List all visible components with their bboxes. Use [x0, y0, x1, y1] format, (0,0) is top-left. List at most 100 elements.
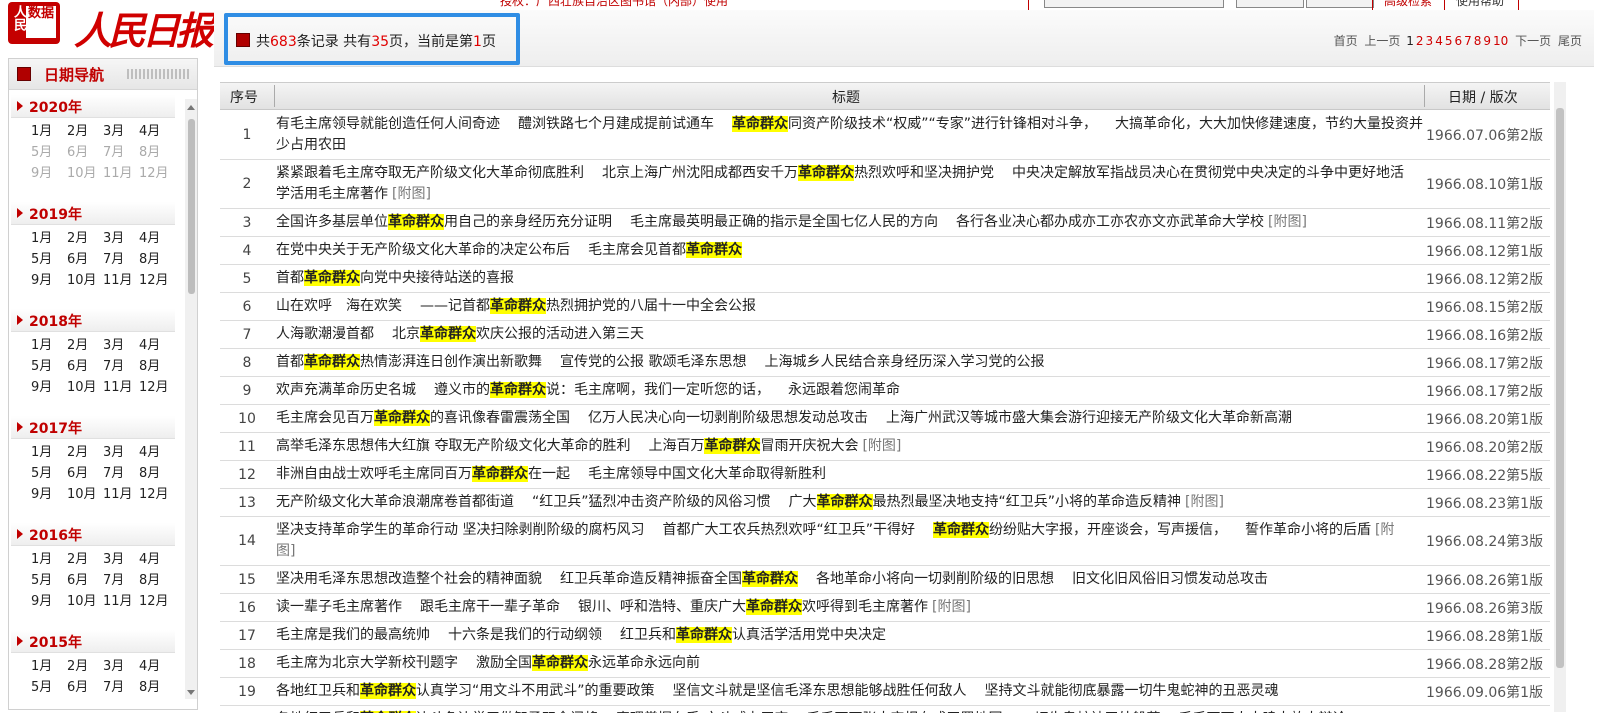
- search-button[interactable]: [1236, 0, 1304, 8]
- month-link[interactable]: 3月: [103, 441, 137, 460]
- month-link[interactable]: 7月: [103, 569, 137, 588]
- title-segment[interactable]: 读一辈子毛主席著作: [276, 599, 402, 615]
- title-segment[interactable]: 全国许多基层单位革命群众用自己的亲身经历充分证明: [276, 214, 612, 230]
- row-title[interactable]: 毛主席为北京大学新校刊题字 激励全国革命群众永远革命永远向前: [276, 650, 1424, 677]
- table-row[interactable]: 7 人海歌潮漫首都 北京革命群众欢庆公报的活动进入第三天 1966.08.16第2版: [220, 321, 1550, 349]
- month-link[interactable]: 5月: [31, 355, 65, 374]
- help-link[interactable]: 使用帮助: [1456, 0, 1504, 9]
- title-segment[interactable]: 各地红卫兵和革命群众认真学习“用文斗不用武斗”的重要政策: [276, 683, 655, 699]
- year-header[interactable]: 2017年: [11, 416, 175, 439]
- table-row[interactable]: 3 全国许多基层单位革命群众用自己的亲身经历充分证明 毛主席最英明最正确的指示是全国…: [220, 209, 1550, 237]
- title-segment[interactable]: 千千万万张大字报布成天罗地网: [806, 711, 1002, 713]
- title-segment[interactable]: 醴浏铁路七个月建成提前试通车: [518, 116, 714, 132]
- title-segment[interactable]: 真理掌握在手 文斗威力无穷: [616, 711, 788, 713]
- table-row[interactable]: 8 首都革命群众热情澎湃连日创作演出新歌舞 宣传党的公报 歌颂毛泽东思想 上海城乡人民…: [220, 349, 1550, 377]
- month-link[interactable]: 4月: [139, 334, 173, 353]
- month-link[interactable]: 5月: [31, 462, 65, 481]
- month-link[interactable]: 3月: [103, 334, 137, 353]
- scrollbar-thumb[interactable]: [1556, 108, 1564, 668]
- attached-figure-link[interactable]: [附图]: [1268, 214, 1307, 230]
- title-segment[interactable]: 广大革命群众最热烈最坚决地支持“红卫兵”小将的革命造反精神 [附图]: [789, 494, 1224, 510]
- table-scrollbar[interactable]: [1554, 82, 1566, 712]
- title-segment[interactable]: 银川、呼和浩特、重庆广大革命群众欢呼得到毛主席著作 [附图]: [578, 599, 971, 615]
- title-segment[interactable]: 毛主席会见首都革命群众: [588, 242, 742, 258]
- row-title[interactable]: 高举毛泽东思想伟大红旗 夺取无产阶级文化大革命的胜利 上海百万革命群众冒雨开庆祝大…: [276, 433, 1424, 460]
- table-row[interactable]: 14 坚决支持革命学生的革命行动 坚决扫除剥削阶级的腐朽风习 首都广大工农兵热烈欢呼…: [220, 517, 1550, 566]
- title-segment[interactable]: 首都广大工农兵热烈欢呼“红卫兵”干得好: [662, 522, 915, 538]
- table-row[interactable]: 5 首都革命群众向党中央接待站送的喜报 1966.08.12第2版: [220, 265, 1550, 293]
- row-title[interactable]: 非洲自由战士欢呼毛主席同百万革命群众在一起 毛主席领导中国文化大革命取得新胜利: [276, 461, 1424, 488]
- month-link[interactable]: 12月: [139, 376, 173, 395]
- title-segment[interactable]: 在党中央关于无产阶级文化大革命的决定公布后: [276, 242, 570, 258]
- title-segment[interactable]: 革命群众纷纷贴大字报，开座谈会，写声援信，: [932, 522, 1227, 538]
- title-segment[interactable]: 毛主席会见百万革命群众的喜讯像春雷震荡全国: [276, 410, 570, 426]
- title-segment[interactable]: 各行各业决心都办成亦工亦农亦文亦武革命大学校 [附图]: [956, 214, 1307, 230]
- table-row[interactable]: 18 毛主席为北京大学新校刊题字 激励全国革命群众永远革命永远向前 1966.08.2…: [220, 650, 1550, 678]
- table-row[interactable]: 12 非洲自由战士欢呼毛主席同百万革命群众在一起 毛主席领导中国文化大革命取得新胜利…: [220, 461, 1550, 489]
- row-title[interactable]: 读一辈子毛主席著作 跟毛主席干一辈子革命 银川、呼和浩特、重庆广大革命群众欢呼得到毛…: [276, 594, 1424, 621]
- month-link[interactable]: 6月: [67, 676, 101, 695]
- month-link[interactable]: 2月: [67, 441, 101, 460]
- month-link[interactable]: 4月: [139, 120, 173, 139]
- attached-figure-link[interactable]: [附图]: [862, 438, 901, 454]
- sidebar-scrollbar[interactable]: [185, 99, 197, 699]
- table-row[interactable]: 13 无产阶级文化大革命浪潮席卷首都街道 “红卫兵”猛烈冲击资产阶级的风俗习惯 广大革…: [220, 489, 1550, 517]
- row-title[interactable]: 人海歌潮漫首都 北京革命群众欢庆公报的活动进入第三天: [276, 321, 1424, 348]
- month-link[interactable]: 1月: [31, 227, 65, 246]
- month-link[interactable]: 3月: [103, 655, 137, 674]
- advanced-search-link[interactable]: 高级检索: [1384, 0, 1432, 9]
- table-row[interactable]: 1 有毛主席领导就能创造任何人间奇迹 醴浏铁路七个月建成提前试通车 革命群众同资产阶级…: [220, 111, 1550, 160]
- title-segment[interactable]: 上海城乡人民结合亲身经历深入学习党的公报: [764, 354, 1044, 370]
- month-link[interactable]: 7月: [103, 462, 137, 481]
- title-segment[interactable]: 上海广州武汉等城市盛大集会游行迎接无产阶级文化大革命新高潮: [886, 410, 1292, 426]
- scroll-down-icon[interactable]: [187, 690, 195, 695]
- attached-figure-link[interactable]: [附图]: [932, 599, 971, 615]
- month-link[interactable]: 10月: [67, 376, 101, 395]
- month-link[interactable]: 6月: [67, 355, 101, 374]
- month-link[interactable]: 3月: [103, 120, 137, 139]
- year-header[interactable]: 2018年: [11, 309, 175, 332]
- month-link[interactable]: 11月: [103, 590, 137, 609]
- title-segment[interactable]: 十六条是我们的行动纲领: [448, 627, 602, 643]
- table-row[interactable]: 17 毛主席是我们的最高统帅 十六条是我们的行动纲领 红卫兵和革命群众认真活学活用党中…: [220, 622, 1550, 650]
- month-link[interactable]: 8月: [139, 569, 173, 588]
- page-number-link[interactable]: 10: [1493, 34, 1508, 48]
- title-segment[interactable]: ——记首都革命群众热烈拥护党的八届十一中全会公报: [420, 298, 756, 314]
- month-link[interactable]: 12月: [139, 483, 173, 502]
- attached-figure-link[interactable]: [附图]: [1185, 494, 1224, 510]
- title-segment[interactable]: 学活用毛主席著作 [附图]: [276, 186, 431, 202]
- title-segment[interactable]: 各地革命小将向一切剥削阶级的旧思想: [816, 571, 1054, 587]
- title-segment[interactable]: 毛主席领导中国文化大革命取得新胜利: [588, 466, 826, 482]
- month-link[interactable]: 4月: [139, 655, 173, 674]
- month-link[interactable]: 10月: [67, 269, 101, 288]
- site-logo[interactable]: 人民 数据 人民日报: [0, 0, 214, 53]
- row-title[interactable]: 全国许多基层单位革命群众用自己的亲身经历充分证明 毛主席最英明最正确的指示是全国七…: [276, 209, 1424, 236]
- table-row[interactable]: 4 在党中央关于无产阶级文化大革命的决定公布后 毛主席会见首都革命群众 1966.08…: [220, 237, 1550, 265]
- search-scope-select[interactable]: [1044, 0, 1224, 8]
- title-segment[interactable]: 亿万人民决心向一切剥削阶级思想发动总攻击: [588, 410, 868, 426]
- row-title[interactable]: 在党中央关于无产阶级文化大革命的决定公布后 毛主席会见首都革命群众: [276, 237, 1424, 264]
- month-link[interactable]: 6月: [67, 462, 101, 481]
- title-segment[interactable]: 坚信文斗就是坚信毛泽东思想能够战胜任何敌人: [673, 683, 967, 699]
- month-link[interactable]: 1月: [31, 441, 65, 460]
- month-link[interactable]: 3月: [103, 227, 137, 246]
- year-header[interactable]: 2020年: [11, 95, 175, 118]
- month-link[interactable]: 7月: [103, 248, 137, 267]
- month-link[interactable]: 6月: [67, 248, 101, 267]
- table-row[interactable]: 10 毛主席会见百万革命群众的喜讯像春雷震荡全国 亿万人民决心向一切剥削阶级思想发动…: [220, 405, 1550, 433]
- title-segment[interactable]: 各地红卫兵和革命群众边斗争边学习做智勇双全闯将: [276, 711, 598, 713]
- month-link[interactable]: 2月: [67, 227, 101, 246]
- title-segment[interactable]: 宣传党的公报 歌颂毛泽东思想: [560, 354, 746, 370]
- month-link[interactable]: 8月: [139, 355, 173, 374]
- year-header[interactable]: 2015年: [11, 630, 175, 653]
- month-link[interactable]: 2月: [67, 334, 101, 353]
- table-row[interactable]: 15 坚决用毛泽东思想改造整个社会的精神面貌 红卫兵革命造反精神振奋全国革命群众 各地…: [220, 566, 1550, 594]
- page-number-link[interactable]: 6: [1454, 34, 1462, 48]
- year-header[interactable]: 2016年: [11, 523, 175, 546]
- page-number-link[interactable]: 4: [1435, 34, 1443, 48]
- month-link[interactable]: 8月: [139, 676, 173, 695]
- table-row[interactable]: 9 欢声充满革命历史名城 遵义市的革命群众说：毛主席啊，我们一定听您的话， 永远跟着您…: [220, 377, 1550, 405]
- month-link[interactable]: 1月: [31, 120, 65, 139]
- last-page-link[interactable]: 尾页: [1558, 34, 1582, 48]
- row-title[interactable]: 毛主席是我们的最高统帅 十六条是我们的行动纲领 红卫兵和革命群众认真活学活用党中央决…: [276, 622, 1424, 649]
